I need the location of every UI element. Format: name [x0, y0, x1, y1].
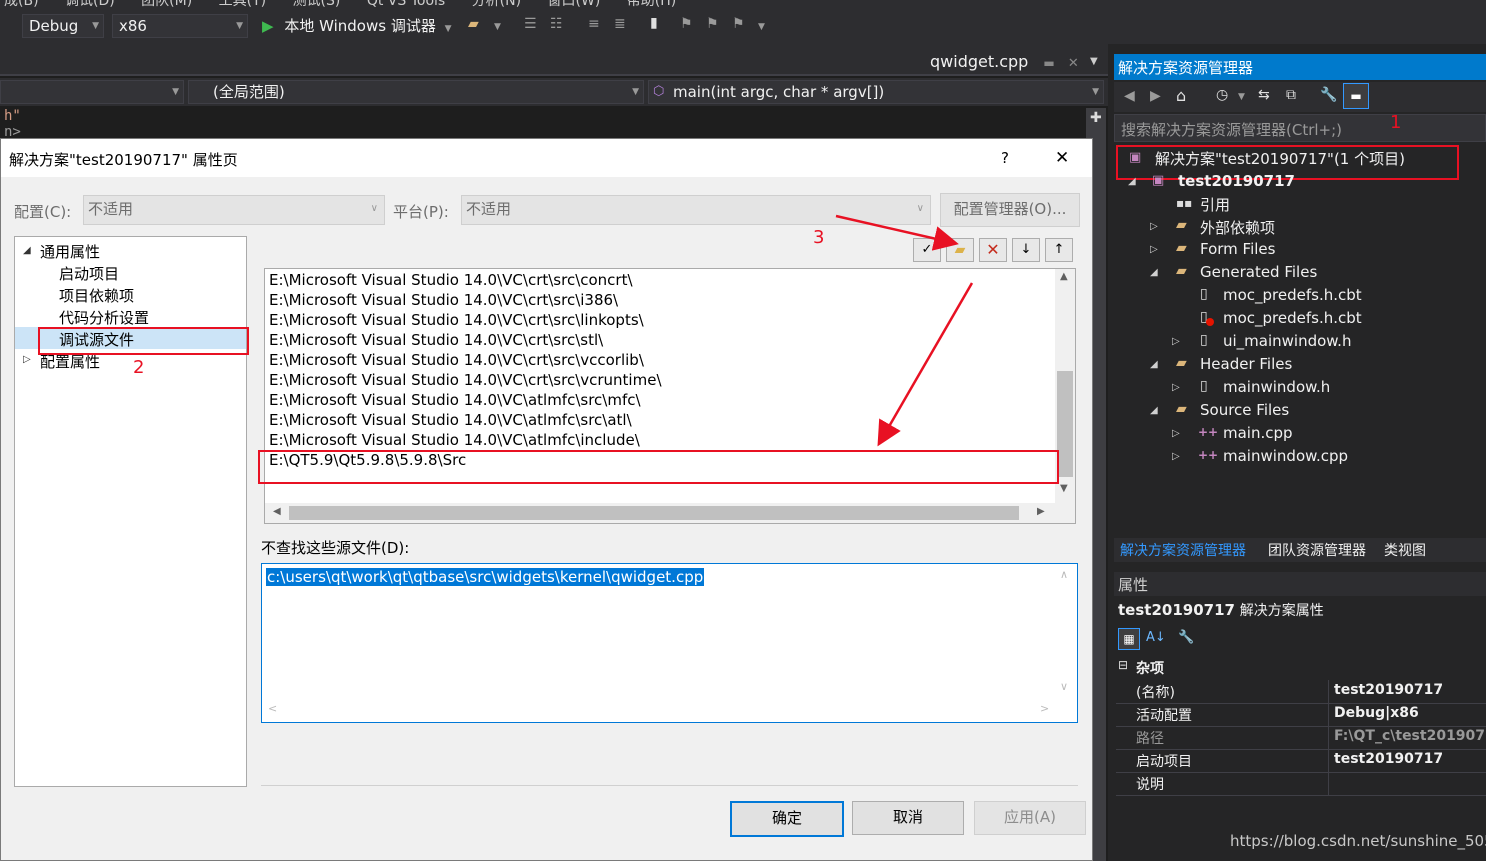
- se-project-node[interactable]: test20190717: [1178, 172, 1295, 190]
- se-ui-mainwindow-h[interactable]: ui_mainwindow.h: [1223, 332, 1351, 350]
- collapse-all-icon[interactable]: ⧉: [1286, 87, 1296, 103]
- arrow-to-folder-button: [835, 214, 959, 251]
- property-row[interactable]: (名称) test20190717: [1116, 680, 1486, 704]
- sync-icon[interactable]: ⇆: [1258, 87, 1270, 103]
- se-generated-files[interactable]: Generated Files: [1200, 263, 1317, 281]
- watermark: https://blog.csdn.net/sunshine_505: [1230, 832, 1486, 850]
- property-row[interactable]: 路径 F:\QT_c\test2019071: [1116, 726, 1486, 750]
- se-source-files[interactable]: Source Files: [1200, 401, 1289, 419]
- file-icon: ▯: [1200, 286, 1208, 302]
- se-mainwindow-cpp[interactable]: mainwindow.cpp: [1223, 447, 1348, 465]
- preview-button[interactable]: ▬: [1343, 83, 1369, 109]
- se-mainwindow-h[interactable]: mainwindow.h: [1223, 378, 1330, 396]
- se-external-deps[interactable]: 外部依赖项: [1200, 217, 1275, 238]
- divider: [1328, 726, 1329, 749]
- arrow-to-qt-src: [877, 282, 974, 447]
- project-icon: ▣: [1152, 173, 1165, 188]
- property-key: 启动项目: [1136, 754, 1192, 770]
- folder-icon: ▰: [1176, 217, 1187, 233]
- header-file-icon: ▯: [1200, 378, 1208, 394]
- annotation-arrows: [835, 214, 974, 447]
- alphabetical-icon[interactable]: A↓: [1146, 630, 1166, 645]
- se-references[interactable]: 引用: [1200, 194, 1230, 215]
- collapse-icon[interactable]: ▷: [1172, 428, 1180, 439]
- properties-group[interactable]: ⊟ 杂项: [1116, 657, 1486, 679]
- se-search[interactable]: 搜索解决方案资源管理器(Ctrl+;): [1114, 114, 1486, 142]
- home-icon[interactable]: ⌂: [1176, 86, 1186, 105]
- collapse-icon[interactable]: ▷: [1172, 382, 1180, 393]
- property-value: Debug|x86: [1334, 705, 1419, 721]
- divider: [1328, 749, 1329, 772]
- solution-explorer-titlebar: 解决方案资源管理器: [1114, 54, 1486, 80]
- se-moc-predefs-1[interactable]: moc_predefs.h.cbt: [1223, 286, 1362, 304]
- se-toolbar: ◀ ▶ ⌂ ◷ ▼ ⇆ ⧉ 🔧 ▬: [1114, 82, 1486, 112]
- properties-object[interactable]: test20190717 解决方案属性: [1118, 600, 1324, 620]
- folder-icon: ▰: [1176, 240, 1187, 256]
- property-key: 说明: [1136, 777, 1164, 793]
- property-value: F:\QT_c\test2019071: [1334, 728, 1484, 744]
- se-header-files[interactable]: Header Files: [1200, 355, 1292, 373]
- se-moc-predefs-2[interactable]: moc_predefs.h.cbt: [1223, 309, 1362, 327]
- tab-class-view[interactable]: 类视图: [1384, 540, 1426, 560]
- properties-titlebar: 属性: [1114, 572, 1486, 596]
- se-form-files[interactable]: Form Files: [1200, 240, 1275, 258]
- properties-object-name: test20190717: [1118, 601, 1235, 619]
- properties-group-label: 杂项: [1136, 661, 1164, 677]
- cpp-file-icon: ++: [1198, 448, 1219, 462]
- properties-toolbar: ▦ A↓ 🔧: [1116, 628, 1486, 654]
- collapse-group-icon[interactable]: ⊟: [1118, 658, 1128, 672]
- chevron-down-icon[interactable]: ▼: [1238, 92, 1245, 102]
- property-value: test20190717: [1334, 682, 1444, 698]
- property-value: test20190717: [1334, 751, 1444, 767]
- back-icon[interactable]: ◀: [1124, 88, 1135, 104]
- cpp-file-icon: ++: [1198, 425, 1219, 439]
- property-row[interactable]: 说明: [1116, 772, 1486, 796]
- annotation-1: 1: [1390, 112, 1402, 133]
- divider: [1328, 772, 1329, 795]
- solution-explorer-title: 解决方案资源管理器: [1118, 59, 1254, 77]
- property-key: 路径: [1136, 731, 1164, 747]
- folder-icon: ▰: [1176, 355, 1187, 371]
- property-key: 活动配置: [1136, 708, 1192, 724]
- expand-icon[interactable]: ◢: [1128, 176, 1136, 187]
- tab-solution-explorer[interactable]: 解决方案资源管理器: [1120, 540, 1246, 560]
- collapse-icon[interactable]: ▷: [1172, 451, 1180, 462]
- properties-object-type: 解决方案属性: [1239, 603, 1324, 619]
- references-icon: ▪▪: [1176, 196, 1193, 210]
- error-badge-icon: [1206, 318, 1214, 326]
- property-pages-icon[interactable]: 🔧: [1178, 630, 1194, 645]
- categorized-button[interactable]: ▦: [1118, 628, 1140, 650]
- collapse-icon[interactable]: ▷: [1150, 221, 1158, 232]
- expand-icon[interactable]: ◢: [1150, 267, 1158, 278]
- property-key: (名称): [1136, 685, 1175, 701]
- se-search-placeholder: 搜索解决方案资源管理器(Ctrl+;): [1121, 121, 1343, 139]
- expand-icon[interactable]: ◢: [1150, 359, 1158, 370]
- property-row[interactable]: 活动配置 Debug|x86: [1116, 703, 1486, 727]
- divider: [1328, 703, 1329, 726]
- forward-icon[interactable]: ▶: [1150, 88, 1161, 104]
- properties-title: 属性: [1118, 576, 1149, 594]
- se-main-cpp[interactable]: main.cpp: [1223, 424, 1293, 442]
- history-icon[interactable]: ◷: [1216, 87, 1228, 103]
- collapse-icon[interactable]: ▷: [1172, 336, 1180, 347]
- folder-icon: ▰: [1176, 401, 1187, 417]
- tab-team-explorer[interactable]: 团队资源管理器: [1268, 540, 1366, 560]
- folder-icon: ▰: [1176, 263, 1187, 279]
- tool-window-tabs: 解决方案资源管理器 团队资源管理器 类视图: [1114, 538, 1486, 562]
- property-row[interactable]: 启动项目 test20190717: [1116, 749, 1486, 773]
- collapse-icon[interactable]: ▷: [1150, 244, 1158, 255]
- divider: [1328, 680, 1329, 703]
- header-file-icon: ▯: [1200, 332, 1208, 348]
- properties-icon[interactable]: 🔧: [1320, 87, 1337, 103]
- expand-icon[interactable]: ◢: [1150, 405, 1158, 416]
